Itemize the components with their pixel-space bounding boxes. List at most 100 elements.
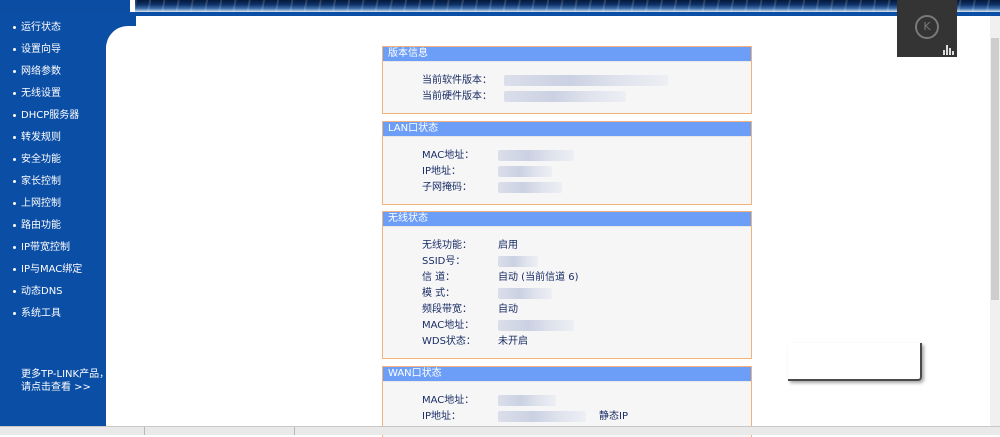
- nav-item-internet-control[interactable]: 上网控制: [13, 197, 82, 219]
- wan-mac-label: MAC地址：: [422, 395, 475, 406]
- lan-ip-row: IP地址：: [422, 165, 742, 179]
- lan-mac-label: MAC地址：: [422, 150, 475, 161]
- version-panel-body: 当前软件版本： 当前硬件版本：: [383, 61, 751, 113]
- nav-item-label: 系统工具: [21, 308, 61, 319]
- channel-row: 信 道： 自动 (当前信道 6): [422, 271, 742, 285]
- channel-label: 信 道：: [422, 272, 456, 283]
- nav-item-label: 家长控制: [21, 176, 61, 187]
- wan-ip-label: IP地址：: [422, 411, 461, 422]
- version-panel-title: 版本信息: [383, 47, 751, 61]
- wireless-mac-row: MAC地址：: [422, 319, 742, 333]
- nav-item-security[interactable]: 安全功能: [13, 153, 82, 175]
- nav-item-label: 路由功能: [21, 220, 61, 231]
- dot-icon: [13, 201, 16, 205]
- nav-item-label: 转发规则: [21, 132, 61, 143]
- hardware-version-value: [504, 91, 626, 102]
- wds-label: WDS状态：: [422, 336, 476, 347]
- dot-icon: [13, 245, 16, 249]
- nav-item-parental-control[interactable]: 家长控制: [13, 175, 82, 197]
- ssid-value: [498, 256, 538, 267]
- sidebar-corner: [106, 16, 136, 56]
- banner-artwork: [135, 0, 1000, 12]
- nav-item-setup-wizard[interactable]: 设置向导: [13, 43, 82, 65]
- lan-panel-body: MAC地址： IP地址： 子网掩码：: [383, 136, 751, 204]
- mode-label: 模 式：: [422, 288, 456, 299]
- wireless-function-row: 无线功能： 启用: [422, 239, 742, 253]
- wan-ip-value: [498, 411, 586, 422]
- nav-item-label: 上网控制: [21, 198, 61, 209]
- dot-icon: [13, 289, 16, 293]
- bandwidth-label: 频段带宽：: [422, 304, 472, 315]
- wireless-function-label: 无线功能：: [422, 240, 472, 251]
- lan-panel-title: LAN口状态: [383, 122, 751, 136]
- nav-item-label: 网络参数: [21, 66, 61, 77]
- banner-bottom-edge: [0, 12, 1000, 16]
- nav-item-ddns[interactable]: 动态DNS: [13, 285, 82, 307]
- lan-mask-row: 子网掩码：: [422, 181, 742, 195]
- nav-item-label: IP带宽控制: [21, 242, 70, 253]
- version-panel: 版本信息 当前软件版本： 当前硬件版本：: [382, 46, 752, 114]
- nav-item-forwarding-rules[interactable]: 转发规则: [13, 131, 82, 153]
- nav-item-network-params[interactable]: 网络参数: [13, 65, 82, 87]
- lan-ip-value: [498, 166, 552, 177]
- dot-icon: [13, 91, 16, 95]
- lan-ip-label: IP地址：: [422, 166, 461, 177]
- dot-icon: [13, 157, 16, 161]
- software-version-value: [504, 75, 668, 86]
- more-products-line2: 请点击查看 >>: [21, 382, 91, 393]
- dot-icon: [13, 113, 16, 117]
- nav-item-ip-bandwidth[interactable]: IP带宽控制: [13, 241, 82, 263]
- nav-item-label: 设置向导: [21, 44, 61, 55]
- dot-icon: [13, 135, 16, 139]
- wan-panel-title: WAN口状态: [383, 367, 751, 381]
- nav-item-wireless-settings[interactable]: 无线设置: [13, 87, 82, 109]
- lan-mac-value: [498, 150, 574, 161]
- wan-mac-value: [498, 395, 556, 406]
- wireless-panel-title: 无线状态: [383, 212, 751, 226]
- dot-icon: [13, 47, 16, 51]
- k-circle-icon: K: [915, 15, 939, 39]
- nav-item-label: IP与MAC绑定: [21, 264, 83, 275]
- nav-item-system-tools[interactable]: 系统工具: [13, 307, 82, 329]
- dot-icon: [13, 267, 16, 271]
- more-products-line1: 更多TP-LINK产品，: [21, 369, 110, 380]
- nav-item-label: 运行状态: [21, 22, 61, 33]
- wireless-panel-body: 无线功能： 启用 SSID号： 信 道： 自动 (当前信道 6) 模 式： 频段…: [383, 226, 751, 358]
- software-version-label: 当前软件版本：: [422, 75, 492, 86]
- vertical-scrollbar[interactable]: [990, 16, 1000, 426]
- popup-frame: [788, 343, 922, 381]
- nav-item-label: 动态DNS: [21, 286, 63, 297]
- lan-mac-row: MAC地址：: [422, 149, 742, 163]
- wireless-mac-label: MAC地址：: [422, 320, 475, 331]
- hardware-version-label: 当前硬件版本：: [422, 91, 492, 102]
- hardware-version-row: 当前硬件版本：: [422, 90, 742, 104]
- nav-item-ip-mac-binding[interactable]: IP与MAC绑定: [13, 263, 82, 285]
- nav-item-label: 安全功能: [21, 154, 61, 165]
- wan-mac-row: MAC地址：: [422, 394, 742, 408]
- wan-ip-row: IP地址： 静态IP: [422, 410, 742, 424]
- scrollbar-thumb[interactable]: [991, 38, 999, 300]
- dot-icon: [13, 223, 16, 227]
- wireless-mac-value: [498, 320, 574, 331]
- mode-row: 模 式：: [422, 287, 742, 301]
- sidebar-nav: 运行状态 设置向导 网络参数 无线设置 DHCP服务器 转发规则 安全功能 家长…: [13, 21, 82, 329]
- nav-item-routing[interactable]: 路由功能: [13, 219, 82, 241]
- ssid-row: SSID号：: [422, 255, 742, 269]
- lan-panel: LAN口状态 MAC地址： IP地址： 子网掩码：: [382, 121, 752, 205]
- nav-item-label: 无线设置: [21, 88, 61, 99]
- dot-icon: [13, 69, 16, 73]
- dot-icon: [13, 179, 16, 183]
- dot-icon: [13, 311, 16, 315]
- dot-icon: [13, 25, 16, 29]
- overlay-widget[interactable]: K: [897, 0, 957, 57]
- wds-row: WDS状态： 未开启: [422, 335, 742, 349]
- bandwidth-row: 频段带宽： 自动: [422, 303, 742, 317]
- more-products-link[interactable]: 更多TP-LINK产品， 请点击查看 >>: [21, 368, 109, 394]
- nav-item-dhcp-server[interactable]: DHCP服务器: [13, 109, 82, 131]
- wireless-panel: 无线状态 无线功能： 启用 SSID号： 信 道： 自动 (当前信道 6) 模 …: [382, 211, 752, 359]
- channel-value: 自动 (当前信道 6): [498, 272, 579, 283]
- banner-left-strip: [0, 0, 130, 12]
- ssid-label: SSID号：: [422, 256, 466, 267]
- nav-item-running-status[interactable]: 运行状态: [13, 21, 82, 43]
- wireless-function-value: 启用: [498, 240, 518, 251]
